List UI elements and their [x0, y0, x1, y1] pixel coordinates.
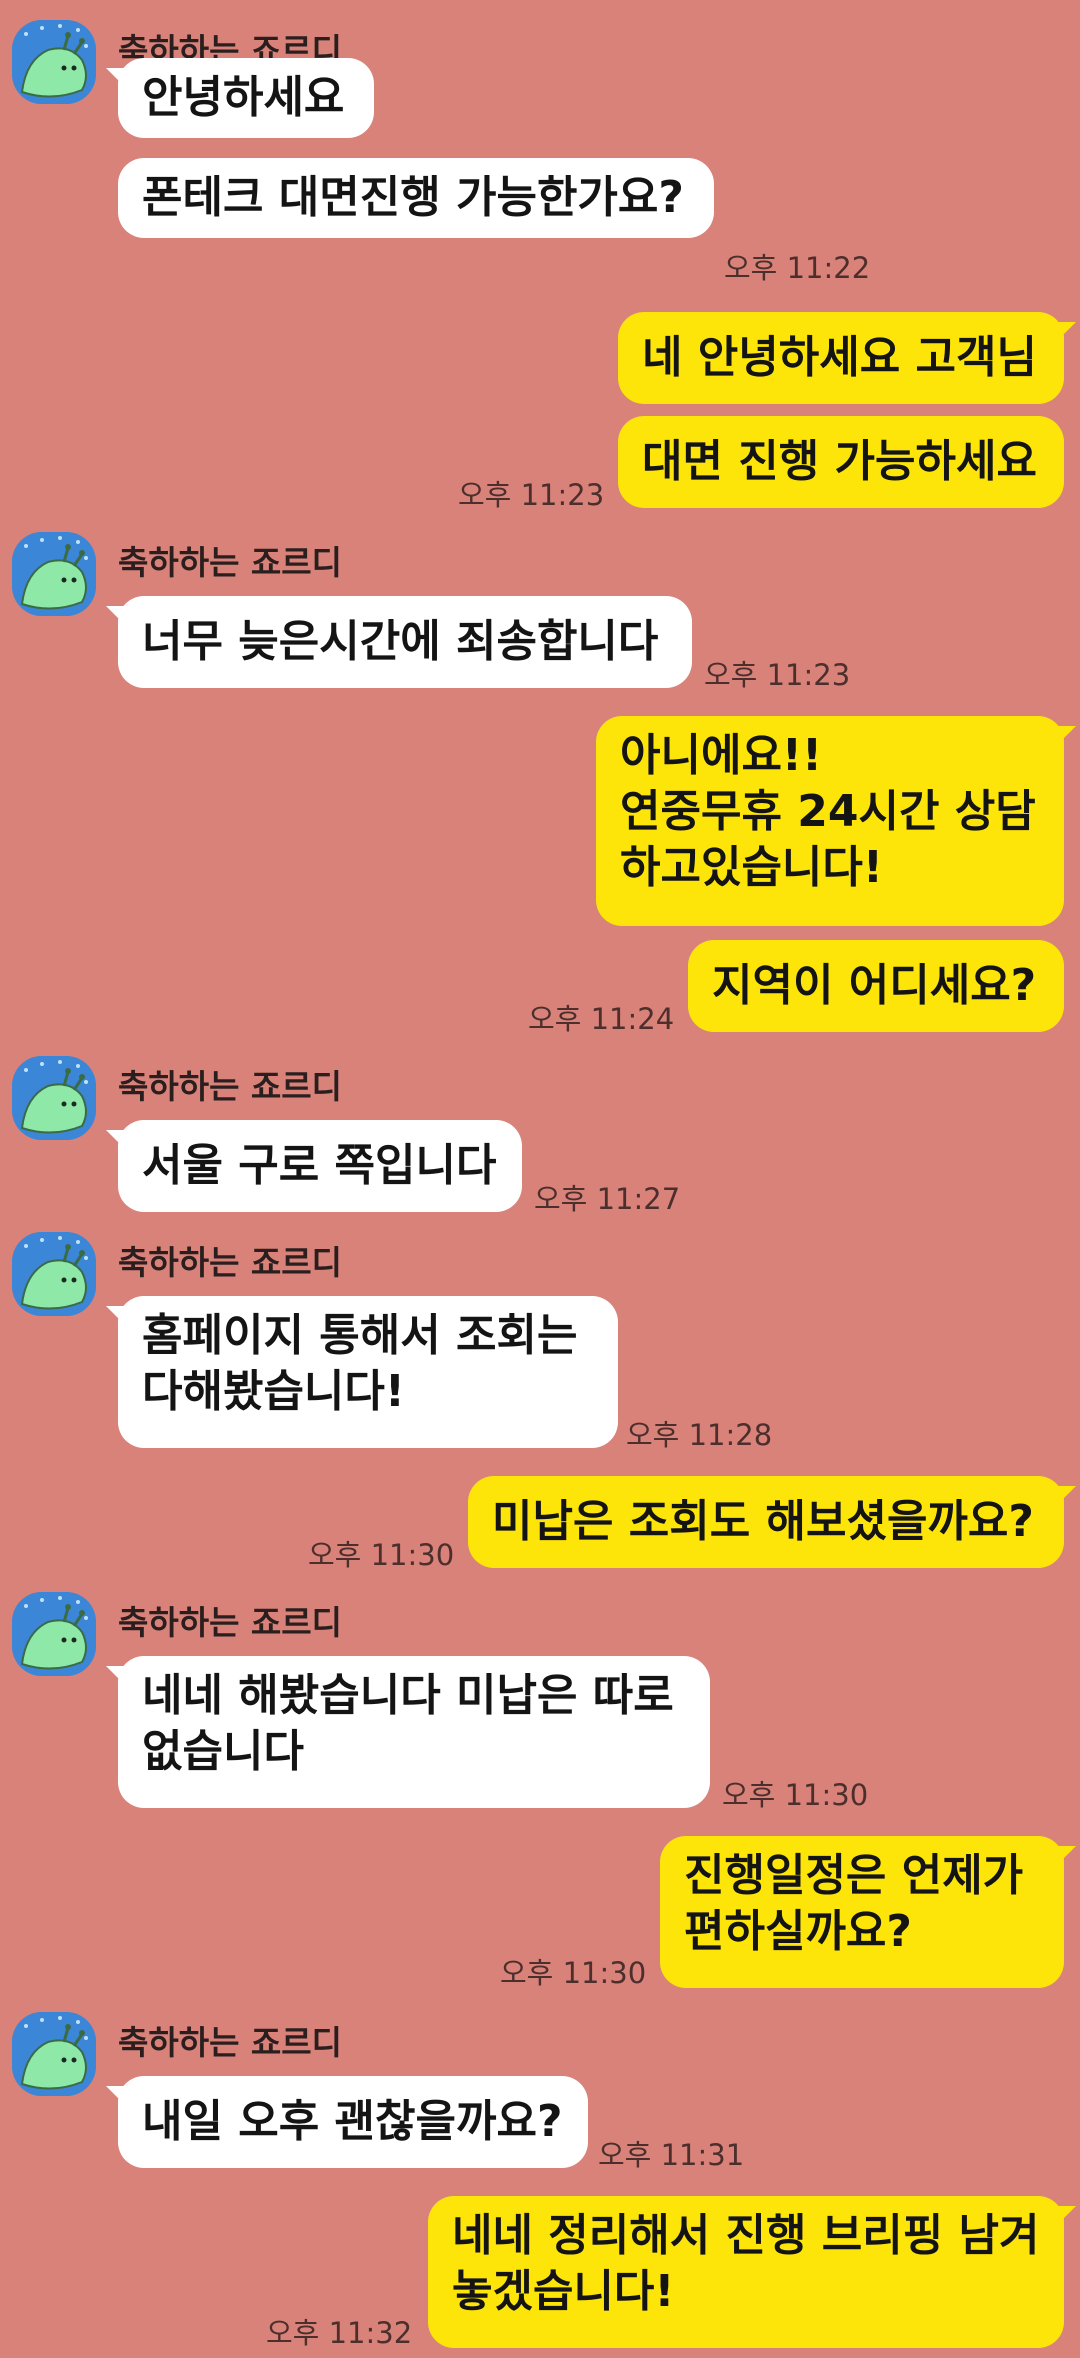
jordy-avatar-icon	[12, 1232, 96, 1316]
jordy-avatar-icon	[12, 2012, 96, 2096]
jordy-avatar-icon	[12, 20, 96, 104]
sender-name: 축하하는 죠르디	[118, 1603, 343, 1642]
message-bubble[interactable]: 안녕하세요	[106, 58, 374, 138]
message-bubble[interactable]: 너무 늦은시간에 죄송합니다	[106, 596, 692, 688]
message-line: 다해봤습니다!	[142, 1366, 405, 1417]
message-bubble[interactable]: 대면 진행 가능하세요	[618, 416, 1064, 508]
message-bubble[interactable]: 내일 오후 괜찮을까요?	[106, 2076, 588, 2168]
message-line: 홈페이지 통해서 조회는	[142, 1310, 578, 1361]
message-time: 오후 11:28	[626, 1418, 773, 1452]
message-line: 놓겠습니다!	[452, 2266, 675, 2317]
message-line: 네네 정리해서 진행 브리핑 남겨	[452, 2210, 1040, 2261]
message-time: 오후 11:23	[704, 658, 851, 692]
sender-name: 축하하는 죠르디	[118, 1067, 343, 1106]
avatar[interactable]	[12, 20, 96, 104]
avatar[interactable]	[12, 1056, 96, 1140]
avatar[interactable]	[12, 2012, 96, 2096]
message-line: 하고있습니다!	[620, 842, 883, 893]
message-time: 오후 11:22	[724, 251, 871, 285]
sender-name: 축하하는 죠르디	[118, 2023, 343, 2062]
message-bubble[interactable]: 홈페이지 통해서 조회는 다해봤습니다!	[106, 1296, 618, 1448]
message-bubble[interactable]: 네네 해봤습니다 미납은 따로 없습니다	[106, 1656, 710, 1808]
message-line: 진행일정은 언제가	[684, 1850, 1024, 1901]
jordy-avatar-icon	[12, 1056, 96, 1140]
message-time: 오후 11:30	[722, 1778, 869, 1812]
message-bubble[interactable]: 진행일정은 언제가 편하실까요?	[660, 1836, 1076, 1988]
message-time: 오후 11:23	[458, 478, 605, 512]
message-bubble[interactable]: 네 안녕하세요 고객님	[618, 312, 1076, 404]
sender-name: 축하하는 죠르디	[118, 543, 343, 582]
message-line: 편하실까요?	[684, 1906, 912, 1957]
avatar[interactable]	[12, 1232, 96, 1316]
message-line: 연중무휴 24시간 상담	[620, 786, 1036, 837]
message-time: 오후 11:27	[534, 1182, 681, 1216]
message-bubble[interactable]: 서울 구로 쪽입니다	[106, 1120, 522, 1212]
message-line: 아니에요!!	[620, 730, 823, 781]
avatar[interactable]	[12, 1592, 96, 1676]
message-time: 오후 11:30	[500, 1956, 647, 1990]
jordy-avatar-icon	[12, 532, 96, 616]
message-time: 오후 11:24	[528, 1002, 675, 1036]
sender-name: 축하하는 죠르디	[118, 1243, 343, 1282]
message-line: 네네 해봤습니다 미납은 따로	[142, 1670, 674, 1721]
message-time: 오후 11:30	[308, 1538, 455, 1572]
message-bubble[interactable]: 지역이 어디세요?	[688, 940, 1064, 1032]
message-bubble[interactable]: 폰테크 대면진행 가능한가요?	[118, 158, 714, 238]
message-bubble[interactable]: 미납은 조회도 해보셨을까요?	[468, 1476, 1076, 1568]
avatar[interactable]	[12, 532, 96, 616]
message-bubble[interactable]: 아니에요!! 연중무휴 24시간 상담 하고있습니다!	[596, 716, 1076, 926]
message-bubble[interactable]: 네네 정리해서 진행 브리핑 남겨 놓겠습니다!	[428, 2196, 1076, 2348]
message-line: 없습니다	[142, 1726, 304, 1777]
jordy-avatar-icon	[12, 1592, 96, 1676]
message-time: 오후 11:31	[598, 2138, 745, 2172]
message-time: 오후 11:32	[266, 2316, 413, 2350]
